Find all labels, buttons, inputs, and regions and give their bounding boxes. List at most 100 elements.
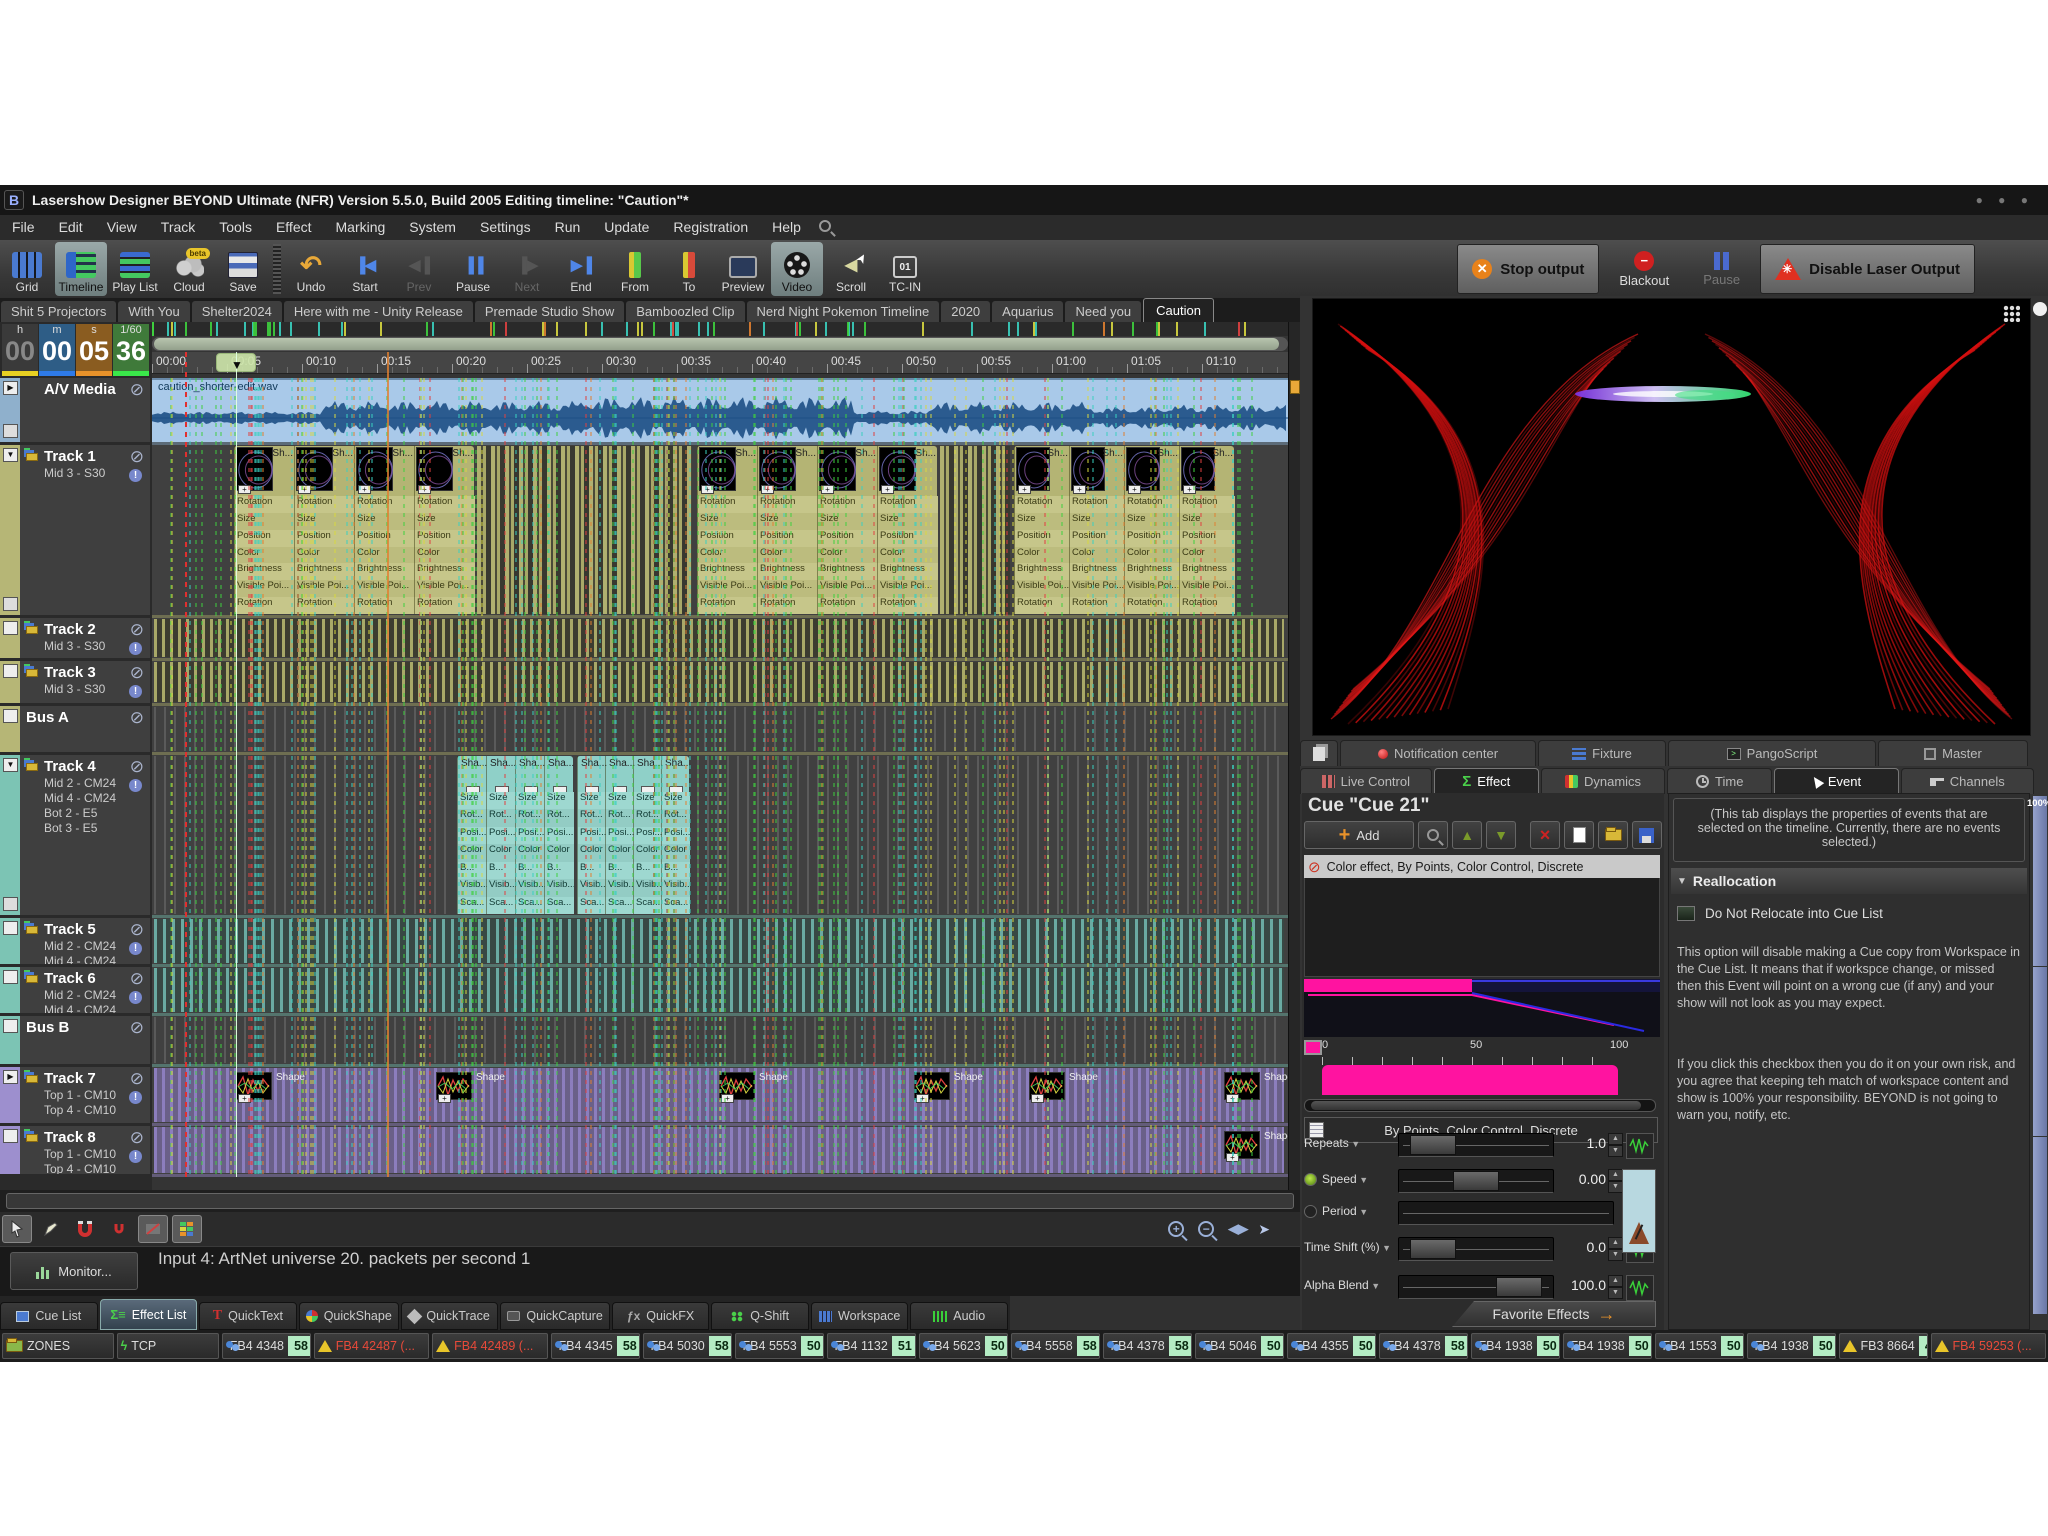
- preview-handle-icon[interactable]: [2033, 302, 2047, 316]
- clip-keyframe-block[interactable]: Sha...SizeRot...Posi...ColorB...Visib...…: [457, 756, 573, 914]
- track-expander-checkbox[interactable]: [3, 1019, 18, 1033]
- effect-list-empty[interactable]: [1304, 878, 1660, 977]
- track-lane-4[interactable]: [152, 661, 1288, 703]
- shape-thumbnail[interactable]: +: [236, 1072, 272, 1100]
- menu-item-view[interactable]: View: [95, 215, 149, 240]
- track-expander-checkbox[interactable]: ▼: [3, 448, 18, 462]
- keyframe-curve-button[interactable]: [1626, 1275, 1654, 1301]
- bottom-tab-cue-list[interactable]: Cue List: [0, 1302, 98, 1330]
- menu-item-settings[interactable]: Settings: [468, 215, 543, 240]
- tab-fixture[interactable]: Fixture: [1538, 740, 1666, 766]
- show-tab-1[interactable]: With You: [118, 301, 189, 322]
- add-effect-button[interactable]: + Add: [1304, 821, 1414, 849]
- slider-track[interactable]: [1398, 1133, 1554, 1157]
- track-header-bus-b[interactable]: Bus B⊘: [0, 1016, 150, 1064]
- device-status-2[interactable]: FB4 42489 (...: [432, 1333, 547, 1359]
- shape-clip-band[interactable]: +Shape+Shape+Shape+Shape+Shape+Shape: [154, 1068, 1284, 1122]
- track-play-icon[interactable]: ▶: [3, 381, 18, 395]
- clip-keyframe-block[interactable]: +Sh...RotationSizePositionColorBrightnes…: [1014, 446, 1234, 614]
- clip[interactable]: +Sh...RotationSizePositionColorBrightnes…: [697, 446, 757, 614]
- track-lane-9[interactable]: [152, 1016, 1288, 1064]
- tab-copy[interactable]: [1300, 740, 1338, 766]
- clip[interactable]: +Sh...RotationSizePositionColorBrightnes…: [414, 446, 474, 614]
- zoom-fit-button[interactable]: ◀▶: [1228, 1221, 1248, 1238]
- clip[interactable]: +Sh...RotationSizePositionColorBrightnes…: [757, 446, 817, 614]
- grid-colors-tool[interactable]: [172, 1215, 202, 1243]
- clip-plus-box[interactable]: +: [701, 485, 714, 494]
- clip[interactable]: +Sh...RotationSizePositionColorBrightnes…: [1014, 446, 1069, 614]
- menu-search-icon[interactable]: [819, 219, 831, 237]
- menu-item-file[interactable]: File: [0, 215, 47, 240]
- show-tab-7[interactable]: 2020: [941, 301, 990, 322]
- device-status-15[interactable]: FB4 155350: [1655, 1333, 1744, 1359]
- slider-thumb[interactable]: [1410, 1135, 1456, 1155]
- menu-item-edit[interactable]: Edit: [47, 215, 95, 240]
- scroll-right-button[interactable]: ➤: [1258, 1221, 1270, 1238]
- clip-plus-box[interactable]: +: [1031, 1094, 1044, 1103]
- track-mute-icon[interactable]: ⊘: [130, 1018, 144, 1038]
- track-lane-8[interactable]: [152, 967, 1288, 1013]
- reallocation-header[interactable]: ▼ Reallocation: [1671, 868, 2027, 894]
- track-lower-checkbox[interactable]: [3, 597, 18, 611]
- time-ruler[interactable]: 00:0000:0500:1000:1500:2000:2500:3000:35…: [152, 352, 1288, 374]
- track-header-track-2[interactable]: Track 2⊘Mid 3 - S30!: [0, 618, 150, 658]
- snap-magnet-small-tool[interactable]: [104, 1215, 134, 1243]
- slider-track[interactable]: [1398, 1237, 1554, 1261]
- clip-plus-box[interactable]: +: [238, 485, 251, 494]
- spinner-up-icon[interactable]: ▲: [1608, 1133, 1623, 1145]
- move-down-button[interactable]: ▼: [1486, 821, 1516, 849]
- keyframe-curve-button[interactable]: [1626, 1133, 1654, 1159]
- toolbar-button-undo[interactable]: ↶Undo: [285, 242, 337, 296]
- track-lane-2[interactable]: +Sh...RotationSizePositionColorBrightnes…: [152, 445, 1288, 615]
- clip-plus-box[interactable]: +: [821, 485, 834, 494]
- show-tab-4[interactable]: Premade Studio Show: [475, 301, 624, 322]
- track-expander-checkbox[interactable]: [3, 1129, 18, 1143]
- favorite-effects-button[interactable]: Favorite Effects →: [1452, 1301, 1656, 1327]
- track-header-a-v-media[interactable]: ▶▶A/V Media⊘: [0, 378, 150, 442]
- device-status-7[interactable]: FB4 562350: [919, 1333, 1008, 1359]
- track-lower-checkbox[interactable]: [3, 897, 18, 911]
- tab-pangoscript[interactable]: >PangoScript: [1668, 740, 1876, 766]
- marker-pen-tool[interactable]: [36, 1215, 66, 1243]
- clip-plus-box[interactable]: +: [238, 1094, 251, 1103]
- toolbar-button-play-list[interactable]: Play List: [109, 242, 161, 296]
- track-header-track-1[interactable]: ▼Track 1⊘Mid 3 - S30!: [0, 445, 150, 615]
- zoom-out-button[interactable]: −: [1198, 1221, 1214, 1237]
- slider-track[interactable]: [1398, 1201, 1614, 1225]
- clip[interactable]: Sha...SizeRot...Posi...ColorB...Visib...…: [605, 756, 633, 914]
- clip-stripe-zone[interactable]: [697, 756, 1282, 914]
- show-tab-8[interactable]: Aquarius: [992, 301, 1063, 322]
- clip-plus-box[interactable]: +: [721, 1094, 734, 1103]
- clip-keyframe-block[interactable]: +Sh...RotationSizePositionColorBrightnes…: [697, 446, 937, 614]
- clip-plus-box[interactable]: +: [1226, 1153, 1239, 1162]
- track-expander-checkbox[interactable]: [3, 709, 18, 723]
- track-mute-icon[interactable]: ⊘: [130, 708, 144, 728]
- track-mute-icon[interactable]: ⊘: [130, 380, 144, 400]
- device-status-17[interactable]: FB3 866449: [1839, 1333, 1928, 1359]
- tab-channels[interactable]: Channels: [1901, 768, 2035, 794]
- shape-thumbnail[interactable]: +: [1224, 1131, 1260, 1159]
- toolbar-button-start[interactable]: ▐◀Start: [339, 242, 391, 296]
- slider-thumb[interactable]: [1410, 1239, 1456, 1259]
- toolbar-button-preview[interactable]: Preview: [717, 242, 769, 296]
- track-header-track-4[interactable]: ▼Track 4⊘Mid 2 - CM24Mid 4 - CM24Bot 2 -…: [0, 755, 150, 915]
- menu-item-update[interactable]: Update: [592, 215, 661, 240]
- tab-master[interactable]: Master: [1878, 740, 2028, 766]
- clip[interactable]: Sha...SizeRot...Posi...ColorB...Visib...…: [661, 756, 689, 914]
- menu-item-system[interactable]: System: [397, 215, 468, 240]
- clip[interactable]: +Sh...RotationSizePositionColorBrightnes…: [354, 446, 414, 614]
- device-status-3[interactable]: FB4 434558: [551, 1333, 640, 1359]
- clip-plus-box[interactable]: +: [761, 485, 774, 494]
- track-mute-icon[interactable]: ⊘: [130, 1069, 144, 1089]
- track-lane-5[interactable]: [152, 706, 1288, 752]
- clip-stripe-zone[interactable]: [154, 1017, 1284, 1063]
- clip[interactable]: +Sh...RotationSizePositionColorBrightnes…: [1069, 446, 1124, 614]
- bottom-tab-audio[interactable]: Audio: [910, 1302, 1008, 1330]
- toolbar-button-cloud[interactable]: betaCloud: [163, 242, 215, 296]
- output-button-stop-output[interactable]: ✕Stop output: [1457, 244, 1599, 294]
- bottom-tab-quicktext[interactable]: TQuickText: [199, 1302, 297, 1330]
- clip[interactable]: +Sh...RotationSizePositionColorBrightnes…: [1179, 446, 1234, 614]
- show-tab-6[interactable]: Nerd Night Pokemon Timeline: [747, 301, 940, 322]
- open-effect-button[interactable]: [1598, 821, 1628, 849]
- tab-effect[interactable]: ΣEffect: [1434, 768, 1539, 794]
